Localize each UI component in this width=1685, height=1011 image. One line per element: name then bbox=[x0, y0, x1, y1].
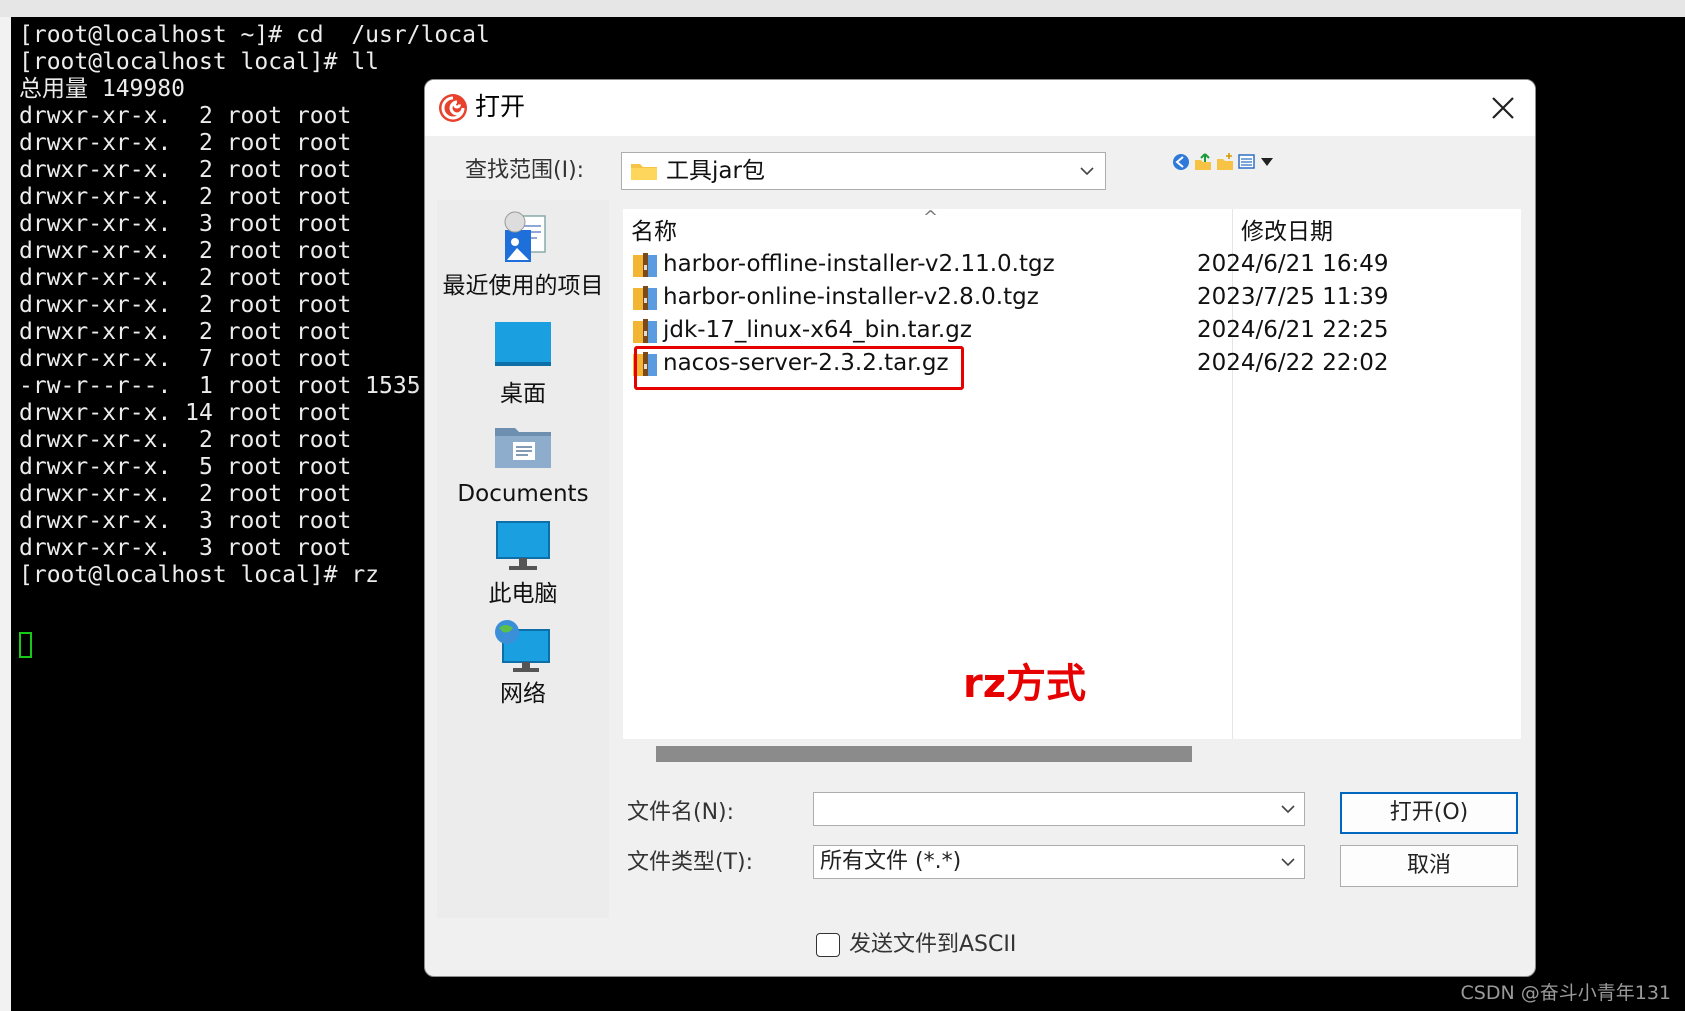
terminal-line: drwxr-xr-x. 14 root root bbox=[19, 400, 352, 426]
archive-file-icon bbox=[633, 286, 657, 310]
filename-combobox[interactable] bbox=[813, 792, 1305, 826]
this-pc-icon bbox=[496, 521, 550, 570]
file-name: harbor-online-installer-v2.8.0.tgz bbox=[663, 284, 1039, 310]
window-top-strip bbox=[0, 0, 1685, 17]
look-in-value: 工具jar包 bbox=[666, 158, 765, 184]
place-label: 最近使用的项目 bbox=[442, 273, 604, 299]
terminal-line: drwxr-xr-x. 2 root root bbox=[19, 481, 352, 507]
place-documents[interactable]: Documents bbox=[437, 418, 609, 510]
terminal-line: drwxr-xr-x. 3 root root bbox=[19, 211, 352, 237]
terminal-line: drwxr-xr-x. 2 root root bbox=[19, 103, 352, 129]
documents-icon bbox=[495, 428, 551, 468]
view-menu-icon[interactable] bbox=[1237, 152, 1257, 172]
file-date: 2024/6/22 22:02 bbox=[1197, 350, 1389, 376]
terminal-line: 总用量 149980 bbox=[19, 76, 185, 102]
terminal-line: -rw-r--r--. 1 root root 1535 bbox=[19, 373, 421, 399]
chevron-down-icon bbox=[1080, 167, 1094, 176]
cancel-button[interactable]: 取消 bbox=[1340, 845, 1518, 887]
filetype-dropdown[interactable]: 所有文件 (*.*) bbox=[813, 845, 1305, 879]
terminal-line: drwxr-xr-x. 2 root root bbox=[19, 184, 352, 210]
up-folder-icon[interactable] bbox=[1193, 152, 1213, 172]
annotation-label: rz方式 bbox=[963, 661, 1087, 707]
place-label: 桌面 bbox=[500, 381, 546, 407]
place-label: 网络 bbox=[500, 681, 546, 707]
terminal-line: [root@localhost local]# ll bbox=[19, 49, 380, 75]
terminal-line: drwxr-xr-x. 2 root root bbox=[19, 238, 352, 264]
window-left-strip bbox=[0, 17, 11, 1011]
place-this-pc[interactable]: 此电脑 bbox=[437, 518, 609, 610]
ascii-checkbox-label[interactable]: 发送文件到ASCII bbox=[849, 930, 1016, 960]
caret-down-icon[interactable] bbox=[1257, 152, 1277, 172]
terminal-cursor bbox=[19, 632, 32, 658]
open-file-dialog: 打开 查找范围(I): 工具jar包 最近使用的项目 桌面 Documents … bbox=[424, 79, 1536, 977]
recent-items-icon bbox=[504, 211, 546, 262]
terminal-line: drwxr-xr-x. 2 root root bbox=[19, 265, 352, 291]
file-list: 名称 ^ 修改日期 harbor-offline-installer-v2.11… bbox=[623, 207, 1521, 739]
watermark: CSDN @奋斗小青年131 bbox=[1460, 982, 1671, 1004]
desktop-icon bbox=[495, 322, 551, 366]
app-logo-icon bbox=[439, 94, 467, 122]
filename-input[interactable] bbox=[820, 794, 1260, 824]
column-header-date[interactable]: 修改日期 bbox=[1241, 217, 1333, 247]
file-date: 2023/7/25 11:39 bbox=[1197, 284, 1389, 310]
filetype-value: 所有文件 (*.*) bbox=[820, 849, 962, 874]
file-name: harbor-offline-installer-v2.11.0.tgz bbox=[663, 251, 1055, 277]
sort-ascending-icon: ^ bbox=[923, 207, 939, 228]
place-desktop[interactable]: 桌面 bbox=[437, 318, 609, 410]
terminal-line: drwxr-xr-x. 3 root root bbox=[19, 535, 352, 561]
terminal-line: drwxr-xr-x. 7 root root bbox=[19, 346, 352, 372]
close-icon bbox=[1492, 97, 1514, 119]
file-date: 2024/6/21 16:49 bbox=[1197, 251, 1389, 277]
file-name: jdk-17_linux-x64_bin.tar.gz bbox=[663, 317, 972, 343]
file-row[interactable]: harbor-online-installer-v2.8.0.tgz 2023/… bbox=[627, 281, 1517, 314]
terminal-prompt-line: [root@localhost local]# rz bbox=[19, 562, 380, 588]
terminal-line: drwxr-xr-x. 5 root root bbox=[19, 454, 352, 480]
new-folder-icon[interactable] bbox=[1215, 152, 1235, 172]
terminal-line: drwxr-xr-x. 2 root root bbox=[19, 319, 352, 345]
scrollbar-thumb[interactable] bbox=[656, 746, 1192, 762]
network-icon bbox=[495, 620, 550, 672]
column-header-name[interactable]: 名称 bbox=[631, 217, 677, 247]
file-row[interactable]: jdk-17_linux-x64_bin.tar.gz 2024/6/21 22… bbox=[627, 314, 1517, 347]
open-button[interactable]: 打开(O) bbox=[1340, 792, 1518, 834]
ascii-checkbox[interactable] bbox=[816, 933, 840, 957]
place-network[interactable]: 网络 bbox=[437, 618, 609, 710]
dialog-titlebar[interactable]: 打开 bbox=[425, 80, 1535, 136]
back-icon[interactable] bbox=[1171, 152, 1191, 172]
file-date: 2024/6/21 22:25 bbox=[1197, 317, 1389, 343]
terminal-line: drwxr-xr-x. 2 root root bbox=[19, 427, 352, 453]
terminal-line: drwxr-xr-x. 2 root root bbox=[19, 157, 352, 183]
horizontal-scrollbar[interactable] bbox=[623, 743, 1521, 765]
dialog-title: 打开 bbox=[475, 92, 526, 121]
place-label: 此电脑 bbox=[488, 581, 558, 607]
places-sidebar: 最近使用的项目 桌面 Documents 此电脑 网络 bbox=[437, 200, 609, 918]
folder-icon bbox=[631, 164, 657, 180]
terminal-line: [root@localhost ~]# cd /usr/local bbox=[19, 22, 490, 48]
place-label: Documents bbox=[457, 481, 589, 507]
highlight-box bbox=[634, 346, 964, 390]
filename-label: 文件名(N): bbox=[627, 800, 735, 825]
terminal-line: drwxr-xr-x. 3 root root bbox=[19, 508, 352, 534]
archive-file-icon bbox=[633, 253, 657, 277]
look-in-label: 查找范围(I): bbox=[465, 158, 585, 183]
filetype-label: 文件类型(T): bbox=[627, 850, 754, 875]
place-recent-items[interactable]: 最近使用的项目 bbox=[437, 210, 609, 302]
close-button[interactable] bbox=[1483, 88, 1523, 128]
file-row[interactable]: harbor-offline-installer-v2.11.0.tgz 202… bbox=[627, 248, 1517, 281]
chevron-down-icon bbox=[1281, 858, 1295, 867]
terminal-line: drwxr-xr-x. 2 root root bbox=[19, 292, 352, 318]
archive-file-icon bbox=[633, 319, 657, 343]
terminal-line: drwxr-xr-x. 2 root root bbox=[19, 130, 352, 156]
look-in-dropdown[interactable]: 工具jar包 bbox=[621, 152, 1106, 190]
chevron-down-icon[interactable] bbox=[1278, 799, 1298, 819]
